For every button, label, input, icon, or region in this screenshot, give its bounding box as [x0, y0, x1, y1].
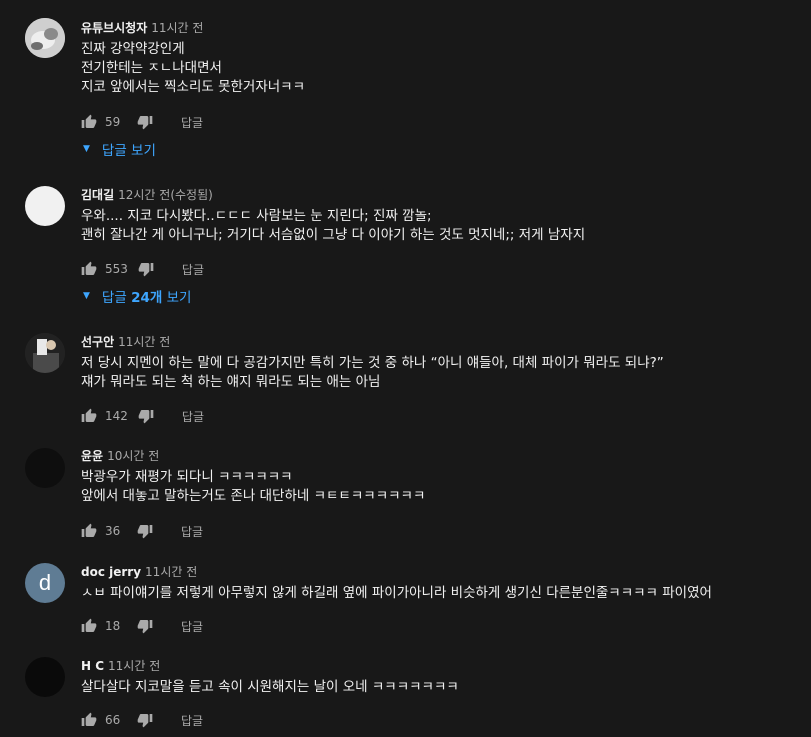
like-count: 66 — [105, 713, 121, 727]
reply-count: 24개 — [131, 290, 163, 306]
timestamp[interactable]: 11시간 전 — [151, 21, 203, 35]
author-name[interactable]: H C — [81, 659, 104, 673]
comment-header: 김대길 12시간 전(수정됨) — [81, 187, 801, 203]
comment-header: 윤윤 10시간 전 — [81, 448, 801, 464]
comment-line: 전기한테는 ㅈㄴ나대면서 — [81, 60, 222, 76]
thumbs-up-icon[interactable] — [81, 114, 97, 130]
comment-line: 진짜 강약약강인게 — [81, 41, 185, 57]
user-photo-icon — [25, 18, 65, 58]
comment-text: ㅅㅂ 파이얘기를 저렇게 아무렇지 않게 하길래 옆에 파이가아니라 비슷하게 … — [81, 584, 801, 603]
author-name[interactable]: 유튜브시청자 — [81, 21, 147, 35]
comment-line: 쟤가 뭐라도 되는 척 하는 얘지 뭐라도 되는 애는 아님 — [81, 374, 381, 390]
author-name[interactable]: 윤윤 — [81, 449, 103, 463]
author-name[interactable]: 김대길 — [81, 188, 114, 202]
like-count: 36 — [105, 524, 121, 538]
comment-line: ㅅㅂ 파이얘기를 저렇게 아무렇지 않게 하길래 옆에 파이가아니라 비슷하게 … — [81, 585, 712, 601]
reply-button[interactable]: 답글 — [182, 261, 204, 278]
comment-actions: 66 답글 — [81, 711, 203, 729]
avatar[interactable] — [25, 657, 65, 697]
thumbs-up-icon[interactable] — [81, 618, 97, 634]
comment-header: doc jerry 11시간 전 — [81, 564, 801, 580]
like-count: 18 — [105, 619, 121, 633]
avatar[interactable] — [25, 333, 65, 373]
comment-actions: 59 답글 — [81, 113, 203, 131]
timestamp[interactable]: 11시간 전 — [108, 659, 160, 673]
comment-header: 유튜브시청자 11시간 전 — [81, 20, 801, 36]
thumbs-up-icon[interactable] — [81, 408, 97, 424]
reply-button[interactable]: 답글 — [181, 114, 203, 131]
thumbs-down-icon[interactable] — [137, 114, 153, 130]
reply-button[interactable]: 답글 — [181, 523, 203, 540]
thumbs-down-icon[interactable] — [138, 408, 154, 424]
comment-line: 앞에서 대놓고 말하는거도 존나 대단하네 ㅋㅌㅌㅋㅋㅋㅋㅋㅋ — [81, 488, 426, 504]
view-replies-prefix: 답글 — [101, 290, 132, 306]
reply-button[interactable]: 답글 — [181, 618, 203, 635]
comment-text: 박광우가 재평가 되다니 ㅋㅋㅋㅋㅋㅋ 앞에서 대놓고 말하는거도 존나 대단하… — [81, 468, 801, 506]
thumbs-down-icon[interactable] — [137, 618, 153, 634]
comment-actions: 553 답글 — [81, 260, 204, 278]
comment-actions: 36 답글 — [81, 522, 203, 540]
thumbs-up-icon[interactable] — [81, 261, 97, 277]
reply-button[interactable]: 답글 — [182, 408, 204, 425]
author-name[interactable]: doc jerry — [81, 565, 141, 579]
comment-actions: 18 답글 — [81, 617, 203, 635]
comment-header: 선구안 11시간 전 — [81, 334, 801, 350]
view-replies-button[interactable]: ▼ 답글 24개 보기 — [81, 287, 192, 306]
like-count: 59 — [105, 115, 121, 129]
avatar[interactable] — [25, 448, 65, 488]
like-count: 553 — [105, 262, 128, 276]
comment-actions: 142 답글 — [81, 407, 204, 425]
comment-line: 저 당시 지멘이 하는 말에 다 공감가지만 특히 가는 것 중 하나 “아니 … — [81, 355, 664, 371]
avatar[interactable] — [25, 186, 65, 226]
user-photo-icon — [25, 333, 65, 373]
avatar-letter: d — [38, 570, 52, 595]
timestamp[interactable]: 10시간 전 — [107, 449, 159, 463]
thumbs-down-icon[interactable] — [137, 523, 153, 539]
view-replies-button[interactable]: ▼ 답글 보기 — [81, 140, 156, 159]
comment-text: 진짜 강약약강인게 전기한테는 ㅈㄴ나대면서 지코 앞에서는 찍소리도 못한거자… — [81, 40, 801, 97]
comment-text: 저 당시 지멘이 하는 말에 다 공감가지만 특히 가는 것 중 하나 “아니 … — [81, 354, 801, 392]
caret-down-icon: ▼ — [83, 144, 90, 154]
timestamp[interactable]: 12시간 전(수정됨) — [118, 188, 213, 202]
timestamp[interactable]: 11시간 전 — [118, 335, 170, 349]
comment-text: 우와.... 지코 다시봤다..ㄷㄷㄷ 사람보는 눈 지린다; 진짜 깜놀; 괜… — [81, 207, 801, 245]
comment-text: 살다살다 지코말을 듣고 속이 시원해지는 날이 오네 ㅋㅋㅋㅋㅋㅋㅋ — [81, 678, 801, 697]
view-replies-label: 답글 보기 — [101, 143, 156, 159]
author-name[interactable]: 선구안 — [81, 335, 114, 349]
thumbs-down-icon[interactable] — [138, 261, 154, 277]
view-replies-suffix: 보기 — [162, 290, 192, 306]
comment-header: H C 11시간 전 — [81, 658, 801, 674]
timestamp[interactable]: 11시간 전 — [145, 565, 197, 579]
comment-line: 살다살다 지코말을 듣고 속이 시원해지는 날이 오네 ㅋㅋㅋㅋㅋㅋㅋ — [81, 679, 459, 695]
avatar[interactable] — [25, 18, 65, 58]
thumbs-up-icon[interactable] — [81, 523, 97, 539]
comment-line: 지코 앞에서는 찍소리도 못한거자너ㅋㅋ — [81, 79, 306, 95]
thumbs-down-icon[interactable] — [137, 712, 153, 728]
avatar[interactable]: d — [25, 563, 65, 603]
like-count: 142 — [105, 409, 128, 423]
comment-line: 괜히 잘나간 게 아니구나; 거기다 서슴없이 그냥 다 이야기 하는 것도 멋… — [81, 227, 586, 243]
thumbs-up-icon[interactable] — [81, 712, 97, 728]
caret-down-icon: ▼ — [83, 291, 90, 301]
comments-section: 유튜브시청자 11시간 전 진짜 강약약강인게 전기한테는 ㅈㄴ나대면서 지코 앞… — [0, 0, 811, 737]
comment-line: 박광우가 재평가 되다니 ㅋㅋㅋㅋㅋㅋ — [81, 469, 293, 485]
reply-button[interactable]: 답글 — [181, 712, 203, 729]
comment-line: 우와.... 지코 다시봤다..ㄷㄷㄷ 사람보는 눈 지린다; 진짜 깜놀; — [81, 208, 432, 224]
